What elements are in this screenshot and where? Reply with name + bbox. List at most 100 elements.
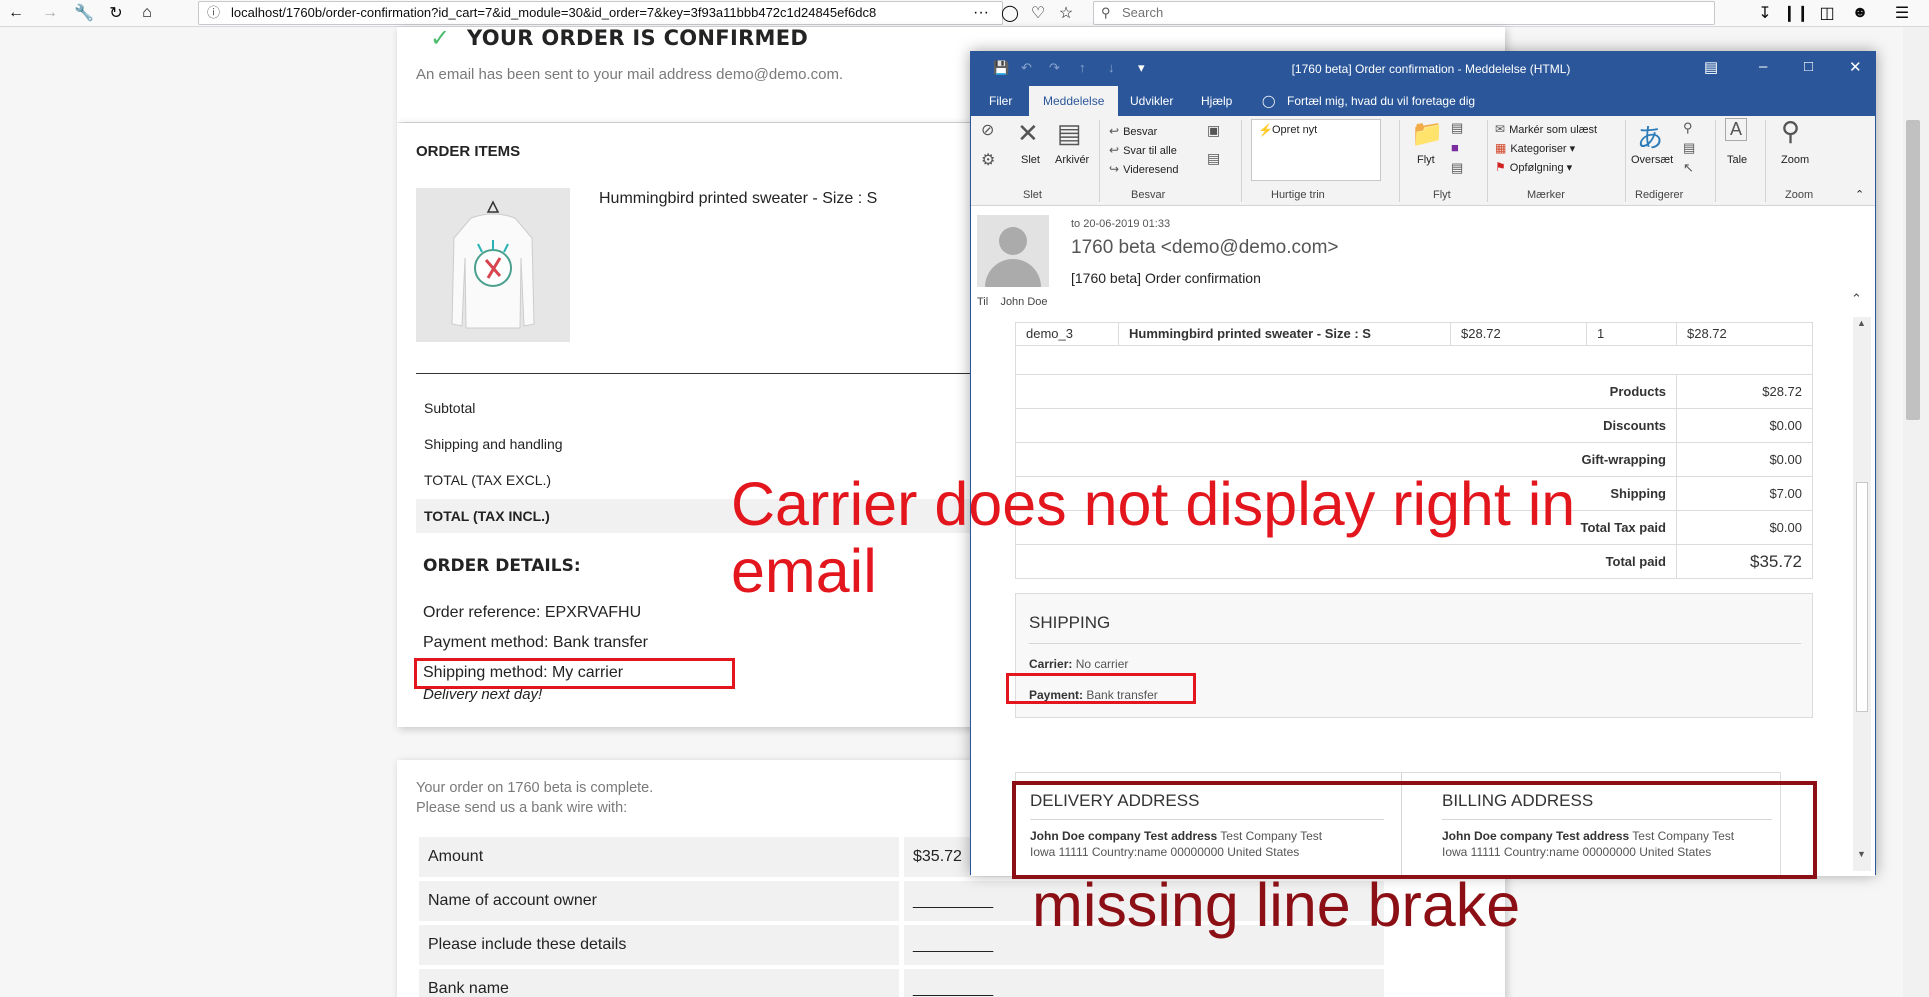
onenote-icon[interactable]: ■ xyxy=(1451,140,1459,155)
ignore-icon[interactable]: ⊘ xyxy=(981,120,994,140)
page-scroll-thumb[interactable] xyxy=(1906,120,1920,420)
close-icon[interactable]: ✕ xyxy=(1849,58,1862,76)
archive-button[interactable]: Arkivér xyxy=(1055,154,1089,166)
ribbon-tabs: Filer Meddelelse Udvikler Hjælp ◯ Fortæl… xyxy=(971,86,1875,116)
lightbulb-icon[interactable]: ◯ xyxy=(998,2,1022,24)
rules-icon[interactable]: ▤ xyxy=(1451,120,1463,136)
order-reference: Order reference: EPXRVAFHU xyxy=(423,604,642,621)
check-icon: ✓ xyxy=(430,25,451,52)
scroll-up-icon[interactable]: ▲ xyxy=(1857,318,1866,328)
shipping-heading: SHIPPING xyxy=(1029,613,1111,632)
tab-meddelelse[interactable]: Meddelelse xyxy=(1029,86,1119,116)
search-input[interactable]: ⚲ Search xyxy=(1093,1,1715,25)
group-label-flyt: Flyt xyxy=(1433,189,1451,201)
ribbon-display-icon[interactable]: ▤ xyxy=(1704,58,1718,76)
totals-value: $28.72 xyxy=(1676,374,1813,409)
product-name[interactable]: Hummingbird printed sweater - Size : S xyxy=(599,190,877,208)
group-label-maerker: Mærker xyxy=(1527,189,1565,201)
back-icon[interactable]: ← xyxy=(4,2,28,24)
meeting-icon[interactable]: ▣ xyxy=(1207,122,1220,139)
annotation-carrier: Carrier does not display right in email xyxy=(731,470,1576,606)
tab-udvikler[interactable]: Udvikler xyxy=(1130,94,1173,108)
product-image[interactable] xyxy=(416,188,570,342)
download-icon[interactable]: ↧ xyxy=(1753,2,1777,24)
find-icon[interactable]: ⚲ xyxy=(1683,120,1693,136)
to-name[interactable]: John Doe xyxy=(1000,296,1047,308)
down-arrow-icon[interactable]: ↓ xyxy=(1108,60,1115,75)
speech-button[interactable]: Tale xyxy=(1727,154,1747,166)
quick-steps-gallery[interactable]: ⚡ Opret nyt xyxy=(1251,119,1381,181)
speech-icon[interactable]: A xyxy=(1725,118,1748,141)
more-respond-icon[interactable]: ▤ xyxy=(1207,150,1220,167)
forward-icon[interactable]: → xyxy=(38,2,62,24)
maximize-icon[interactable]: □ xyxy=(1804,58,1813,75)
reply-button[interactable]: ↩ Besvar xyxy=(1109,124,1157,138)
item-name: Hummingbird printed sweater - Size : S xyxy=(1118,322,1451,346)
outlook-window-title: [1760 beta] Order confirmation - Meddele… xyxy=(1291,62,1571,76)
delete-button[interactable]: Slet xyxy=(1021,154,1040,166)
reload-icon[interactable]: ↻ xyxy=(104,2,128,24)
tab-filer[interactable]: Filer xyxy=(989,94,1012,108)
categorize-button[interactable]: ▦ Kategoriser ▾ xyxy=(1495,141,1575,155)
forward-button[interactable]: ↪ Videresend xyxy=(1109,162,1179,176)
follow-up-button[interactable]: ⚑ Opfølgning ▾ xyxy=(1495,160,1572,174)
zoom-button[interactable]: Zoom xyxy=(1781,154,1809,166)
quick-step-new[interactable]: Opret nyt xyxy=(1272,124,1317,136)
delete-icon[interactable]: ✕ xyxy=(1017,118,1039,149)
scroll-down-icon[interactable]: ▼ xyxy=(1857,849,1866,859)
ribbon: ⊘ ⚙ ✕ Slet ▤ Arkivér Slet ↩ Besvar ↩ Svar … xyxy=(971,116,1875,206)
url-text: localhost/1760b/order-confirmation?id_ca… xyxy=(231,5,877,20)
page-info-icon[interactable]: ⓘ xyxy=(207,2,220,24)
flag-icon: ⚑ xyxy=(1495,160,1506,174)
library-icon[interactable]: ❙❙ xyxy=(1783,2,1810,24)
search-placeholder: Search xyxy=(1122,5,1164,20)
group-label-besvar: Besvar xyxy=(1131,189,1166,201)
item-unit-price: $28.72 xyxy=(1450,322,1587,346)
highlight-addresses xyxy=(1012,781,1817,879)
message-sender[interactable]: 1760 beta <demo@demo.com> xyxy=(1071,237,1339,259)
undo-icon[interactable]: ↶ xyxy=(1021,60,1032,76)
select-icon[interactable]: ↖ xyxy=(1683,160,1694,176)
bank-intro-2: Please send us a bank wire with: xyxy=(416,800,628,816)
redo-icon[interactable]: ↷ xyxy=(1049,60,1060,76)
mark-unread-button[interactable]: ✉ Markér som ulæst xyxy=(1495,122,1597,136)
sidebar-icon[interactable]: ◫ xyxy=(1815,2,1839,24)
account-icon[interactable]: ☻ xyxy=(1848,2,1872,24)
wrench-icon[interactable]: 🔧 xyxy=(72,2,96,24)
tab-hjaelp[interactable]: Hjælp xyxy=(1201,94,1232,108)
page-actions-icon[interactable]: ··· xyxy=(969,2,993,24)
bank-row-label: Please include these details xyxy=(419,925,899,965)
junk-icon[interactable]: ⚙ xyxy=(981,150,995,170)
bookmark-star-icon[interactable]: ☆ xyxy=(1054,2,1078,24)
menu-icon[interactable]: ☰ xyxy=(1890,2,1914,24)
translate-icon[interactable]: あ xyxy=(1637,118,1663,155)
move-button[interactable]: Flyt xyxy=(1417,154,1435,166)
item-quantity: 1 xyxy=(1586,322,1677,346)
actions-icon[interactable]: ▤ xyxy=(1451,160,1463,176)
totals-value: $0.00 xyxy=(1676,408,1813,443)
pocket-icon[interactable]: ♡ xyxy=(1026,2,1050,24)
item-total: $28.72 xyxy=(1676,322,1813,346)
up-arrow-icon[interactable]: ↑ xyxy=(1079,60,1086,75)
archive-icon[interactable]: ▤ xyxy=(1057,118,1082,149)
lightning-icon: ⚡ xyxy=(1258,123,1273,137)
url-input[interactable]: ⓘ localhost/1760b/order-confirmation?id_… xyxy=(198,1,1003,25)
totals-value: $0.00 xyxy=(1676,442,1813,477)
totals-value: $0.00 xyxy=(1676,510,1813,545)
home-icon[interactable]: ⌂ xyxy=(135,2,159,24)
bank-row-label: Bank name xyxy=(419,969,899,997)
save-icon[interactable]: 💾 xyxy=(993,60,1009,76)
translate-button[interactable]: Oversæt xyxy=(1631,154,1673,166)
page-title: YOUR ORDER IS CONFIRMED xyxy=(467,26,809,50)
collapse-ribbon-icon[interactable]: ⌃ xyxy=(1855,188,1864,201)
bank-row-value: _________ xyxy=(904,969,1384,997)
folder-move-icon[interactable]: 📁 xyxy=(1411,118,1443,149)
customize-qa-icon[interactable]: ▾ xyxy=(1138,60,1145,76)
reply-all-button[interactable]: ↩ Svar til alle xyxy=(1109,143,1177,157)
message-scroll-thumb[interactable] xyxy=(1856,482,1868,712)
tell-me-input[interactable]: Fortæl mig, hvad du vil foretage dig xyxy=(1287,94,1475,108)
minimize-icon[interactable]: – xyxy=(1759,58,1767,75)
collapse-header-icon[interactable]: ⌃ xyxy=(1851,291,1862,307)
related-icon[interactable]: ▤ xyxy=(1683,140,1695,156)
zoom-icon[interactable]: ⚲ xyxy=(1781,116,1800,147)
